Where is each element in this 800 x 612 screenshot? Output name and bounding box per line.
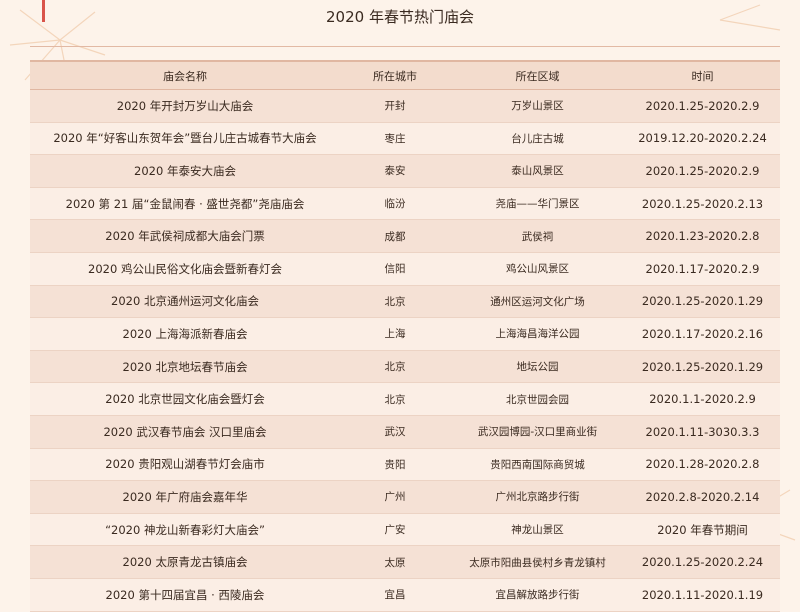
cell-time: 2020.1.17-2020.2.16 [625, 317, 780, 351]
cell-area: 广州北京路步行街 [450, 480, 625, 514]
table-row: 2020 年“好客山东贺年会”暨台儿庄古城春节大庙会 枣庄 台儿庄古城 2019.12… [30, 122, 780, 156]
cell-city: 信阳 [340, 252, 450, 286]
cell-time: 2020.1.25-2020.2.9 [625, 154, 780, 188]
cell-area: 武侯祠 [450, 219, 625, 253]
cell-fair-name: 2020 年“好客山东贺年会”暨台儿庄古城春节大庙会 [30, 122, 340, 156]
cell-city: 上海 [340, 317, 450, 351]
cell-area: 万岁山景区 [450, 89, 625, 123]
cell-time: 2020.1.1-2020.2.9 [625, 382, 780, 416]
title-divider [30, 46, 780, 47]
cell-time: 2020.1.25-2020.1.29 [625, 285, 780, 319]
cell-fair-name: 2020 年开封万岁山大庙会 [30, 89, 340, 123]
cell-city: 广州 [340, 480, 450, 514]
cell-city: 广安 [340, 513, 450, 547]
cell-time: 2020.1.25-2020.2.13 [625, 187, 780, 221]
cell-fair-name: 2020 武汉春节庙会 汉口里庙会 [30, 415, 340, 449]
cell-fair-name: “2020 神龙山新春彩灯大庙会” [30, 513, 340, 547]
cell-area: 太原市阳曲县侯村乡青龙镇村 [450, 545, 625, 579]
table-row: 2020 北京世园文化庙会暨灯会 北京 北京世园会园 2020.1.1-2020.2.… [30, 382, 780, 416]
cell-fair-name: 2020 第十四届宜昌 · 西陵庙会 [30, 578, 340, 612]
cell-city: 开封 [340, 89, 450, 123]
temple-fair-table: 庙会名称 所在城市 所在区域 时间 2020 年开封万岁山大庙会 开封 万岁山景区 2… [30, 60, 780, 612]
cell-time: 2020.1.25-2020.2.9 [625, 89, 780, 123]
table-row: 2020 年开封万岁山大庙会 开封 万岁山景区 2020.1.25-2020.2.9 [30, 89, 780, 123]
table-row: 2020 北京地坛春节庙会 北京 地坛公园 2020.1.25-2020.1.29 [30, 350, 780, 384]
cell-area: 泰山风景区 [450, 154, 625, 188]
table-row: 2020 年武侯祠成都大庙会门票 成都 武侯祠 2020.1.23-2020.2.8 [30, 219, 780, 253]
cell-city: 成都 [340, 219, 450, 253]
cell-city: 太原 [340, 545, 450, 579]
cell-fair-name: 2020 北京世园文化庙会暨灯会 [30, 382, 340, 416]
table-row: 2020 武汉春节庙会 汉口里庙会 武汉 武汉园博园-汉口里商业街 2020.1.11… [30, 415, 780, 449]
cell-time: 2020.1.17-2020.2.9 [625, 252, 780, 286]
table-row: 2020 上海海派新春庙会 上海 上海海昌海洋公园 2020.1.17-2020.2.… [30, 317, 780, 351]
cell-area: 地坛公园 [450, 350, 625, 384]
header-area: 所在区域 [450, 60, 625, 90]
cell-fair-name: 2020 年泰安大庙会 [30, 154, 340, 188]
table-row: 2020 年泰安大庙会 泰安 泰山风景区 2020.1.25-2020.2.9 [30, 154, 780, 188]
table-row: “2020 神龙山新春彩灯大庙会” 广安 神龙山景区 2020 年春节期间 [30, 513, 780, 547]
cell-area: 尧庙——华门景区 [450, 187, 625, 221]
header-city: 所在城市 [340, 60, 450, 90]
cell-time: 2020.1.25-2020.2.24 [625, 545, 780, 579]
cell-city: 北京 [340, 285, 450, 319]
cell-time: 2020.1.11-3030.3.3 [625, 415, 780, 449]
cell-city: 贵阳 [340, 448, 450, 482]
cell-fair-name: 2020 贵阳观山湖春节灯会庙市 [30, 448, 340, 482]
cell-time: 2020 年春节期间 [625, 513, 780, 547]
table-row: 2020 第 21 届“金鼠闹春 · 盛世尧都”尧庙庙会 临汾 尧庙——华门景区 20… [30, 187, 780, 221]
cell-fair-name: 2020 北京地坛春节庙会 [30, 350, 340, 384]
cell-time: 2020.1.28-2020.2.8 [625, 448, 780, 482]
cell-area: 贵阳西南国际商贸城 [450, 448, 625, 482]
cell-fair-name: 2020 鸡公山民俗文化庙会暨新春灯会 [30, 252, 340, 286]
cell-city: 临汾 [340, 187, 450, 221]
cell-area: 武汉园博园-汉口里商业街 [450, 415, 625, 449]
table-header-row: 庙会名称 所在城市 所在区域 时间 [30, 60, 780, 90]
cell-area: 上海海昌海洋公园 [450, 317, 625, 351]
table-row: 2020 年广府庙会嘉年华 广州 广州北京路步行街 2020.2.8-2020.2.1… [30, 480, 780, 514]
cell-time: 2019.12.20-2020.2.24 [625, 122, 780, 156]
cell-area: 北京世园会园 [450, 382, 625, 416]
cell-fair-name: 2020 年武侯祠成都大庙会门票 [30, 219, 340, 253]
cell-city: 武汉 [340, 415, 450, 449]
cell-time: 2020.1.25-2020.1.29 [625, 350, 780, 384]
cell-time: 2020.1.23-2020.2.8 [625, 219, 780, 253]
cell-fair-name: 2020 上海海派新春庙会 [30, 317, 340, 351]
cell-area: 神龙山景区 [450, 513, 625, 547]
cell-fair-name: 2020 太原青龙古镇庙会 [30, 545, 340, 579]
cell-time: 2020.1.11-2020.1.19 [625, 578, 780, 612]
page-title: 2020 年春节热门庙会 [326, 8, 474, 26]
cell-fair-name: 2020 年广府庙会嘉年华 [30, 480, 340, 514]
cell-city: 枣庄 [340, 122, 450, 156]
table-row: 2020 第十四届宜昌 · 西陵庙会 宜昌 宜昌解放路步行街 2020.1.11-20… [30, 578, 780, 612]
cell-time: 2020.2.8-2020.2.14 [625, 480, 780, 514]
cell-city: 宜昌 [340, 578, 450, 612]
header-fair-name: 庙会名称 [30, 60, 340, 90]
cell-area: 宜昌解放路步行街 [450, 578, 625, 612]
cell-fair-name: 2020 北京通州运河文化庙会 [30, 285, 340, 319]
header-time: 时间 [625, 60, 780, 90]
table-row: 2020 贵阳观山湖春节灯会庙市 贵阳 贵阳西南国际商贸城 2020.1.28-202… [30, 448, 780, 482]
cell-area: 台儿庄古城 [450, 122, 625, 156]
table-row: 2020 太原青龙古镇庙会 太原 太原市阳曲县侯村乡青龙镇村 2020.1.25-20… [30, 545, 780, 579]
table-row: 2020 北京通州运河文化庙会 北京 通州区运河文化广场 2020.1.25-2020… [30, 285, 780, 319]
table-row: 2020 鸡公山民俗文化庙会暨新春灯会 信阳 鸡公山风景区 2020.1.17-202… [30, 252, 780, 286]
cell-area: 鸡公山风景区 [450, 252, 625, 286]
cell-area: 通州区运河文化广场 [450, 285, 625, 319]
cell-fair-name: 2020 第 21 届“金鼠闹春 · 盛世尧都”尧庙庙会 [30, 187, 340, 221]
cell-city: 北京 [340, 350, 450, 384]
cell-city: 泰安 [340, 154, 450, 188]
cell-city: 北京 [340, 382, 450, 416]
